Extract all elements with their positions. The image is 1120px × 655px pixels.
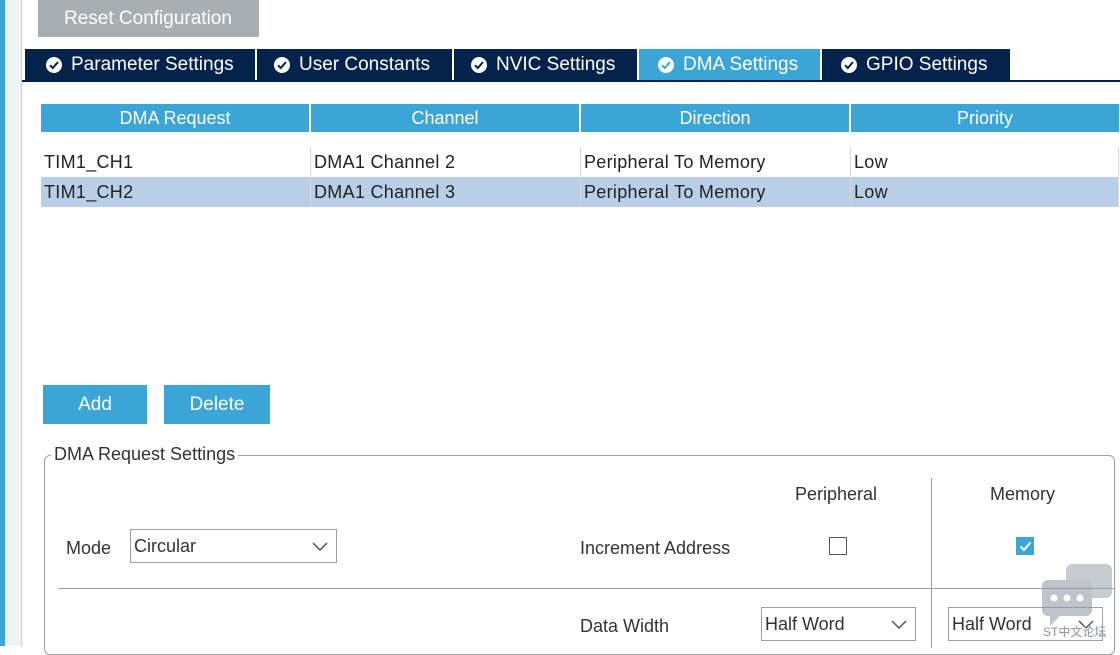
cell-direction: Peripheral To Memory	[581, 147, 851, 177]
cell-priority: Low	[851, 177, 1119, 207]
check-circle-icon	[46, 56, 62, 73]
tab-label: NVIC Settings	[496, 53, 616, 75]
data-width-memory-value: Half Word	[952, 614, 1032, 634]
dma-request-table: DMA Request Channel Direction Priority T…	[41, 104, 1119, 207]
mode-select[interactable]: Circular	[130, 529, 337, 563]
chevron-down-icon	[891, 620, 907, 630]
data-width-label: Data Width	[580, 616, 670, 636]
add-button[interactable]: Add	[43, 385, 147, 424]
tab-gpio-settings[interactable]: GPIO Settings	[822, 49, 1010, 80]
column-header-direction[interactable]: Direction	[581, 104, 851, 132]
left-panel-edge	[5, 0, 21, 646]
check-circle-icon	[841, 56, 857, 73]
memory-column-header: Memory	[990, 484, 1056, 504]
column-divider	[931, 478, 932, 648]
data-width-peripheral-value: Half Word	[765, 614, 845, 634]
table-row[interactable]: TIM1_CH1 DMA1 Channel 2 Peripheral To Me…	[41, 147, 1119, 177]
check-circle-icon	[471, 56, 487, 73]
tab-dma-settings[interactable]: DMA Settings	[639, 49, 822, 80]
cell-channel: DMA1 Channel 3	[311, 177, 581, 207]
increment-address-label: Increment Address	[580, 538, 731, 558]
tab-label: DMA Settings	[683, 53, 799, 75]
mode-label: Mode	[66, 538, 112, 558]
settings-tabs: Parameter Settings User Constants NVIC S…	[25, 49, 1010, 80]
cell-priority: Low	[851, 147, 1119, 177]
left-divider	[21, 0, 22, 646]
mode-value: Circular	[134, 536, 197, 556]
reset-configuration-button[interactable]: Reset Configuration	[38, 0, 259, 37]
watermark-text: ST中文论坛	[1043, 625, 1107, 639]
data-width-peripheral-select[interactable]: Half Word	[761, 607, 916, 641]
cell-channel: DMA1 Channel 2	[311, 147, 581, 177]
group-title: DMA Request Settings	[51, 444, 239, 465]
cell-direction: Peripheral To Memory	[581, 177, 851, 207]
tab-label: GPIO Settings	[866, 53, 988, 75]
checkmark-icon	[1019, 541, 1032, 552]
check-circle-icon	[658, 56, 674, 73]
column-header-channel[interactable]: Channel	[311, 104, 581, 132]
column-header-dma-request[interactable]: DMA Request	[41, 104, 311, 132]
settings-divider	[58, 588, 1115, 589]
column-header-priority[interactable]: Priority	[851, 104, 1119, 132]
chevron-down-icon	[312, 542, 328, 552]
tab-user-constants[interactable]: User Constants	[257, 49, 454, 80]
cell-dma-request: TIM1_CH1	[41, 147, 311, 177]
check-circle-icon	[274, 56, 290, 73]
table-header-row: DMA Request Channel Direction Priority	[41, 104, 1119, 132]
table-spacer	[41, 132, 1119, 147]
increment-memory-checkbox[interactable]	[1016, 537, 1034, 555]
tab-label: User Constants	[299, 53, 430, 75]
tab-parameter-settings[interactable]: Parameter Settings	[25, 49, 257, 80]
increment-peripheral-checkbox[interactable]	[829, 537, 847, 555]
tab-underline	[22, 80, 1120, 82]
cell-dma-request: TIM1_CH2	[41, 177, 311, 207]
delete-button[interactable]: Delete	[164, 385, 270, 424]
tab-label: Parameter Settings	[71, 53, 234, 75]
table-row-selected[interactable]: TIM1_CH2 DMA1 Channel 3 Peripheral To Me…	[41, 177, 1119, 207]
peripheral-column-header: Peripheral	[795, 484, 878, 504]
tab-nvic-settings[interactable]: NVIC Settings	[454, 49, 639, 80]
